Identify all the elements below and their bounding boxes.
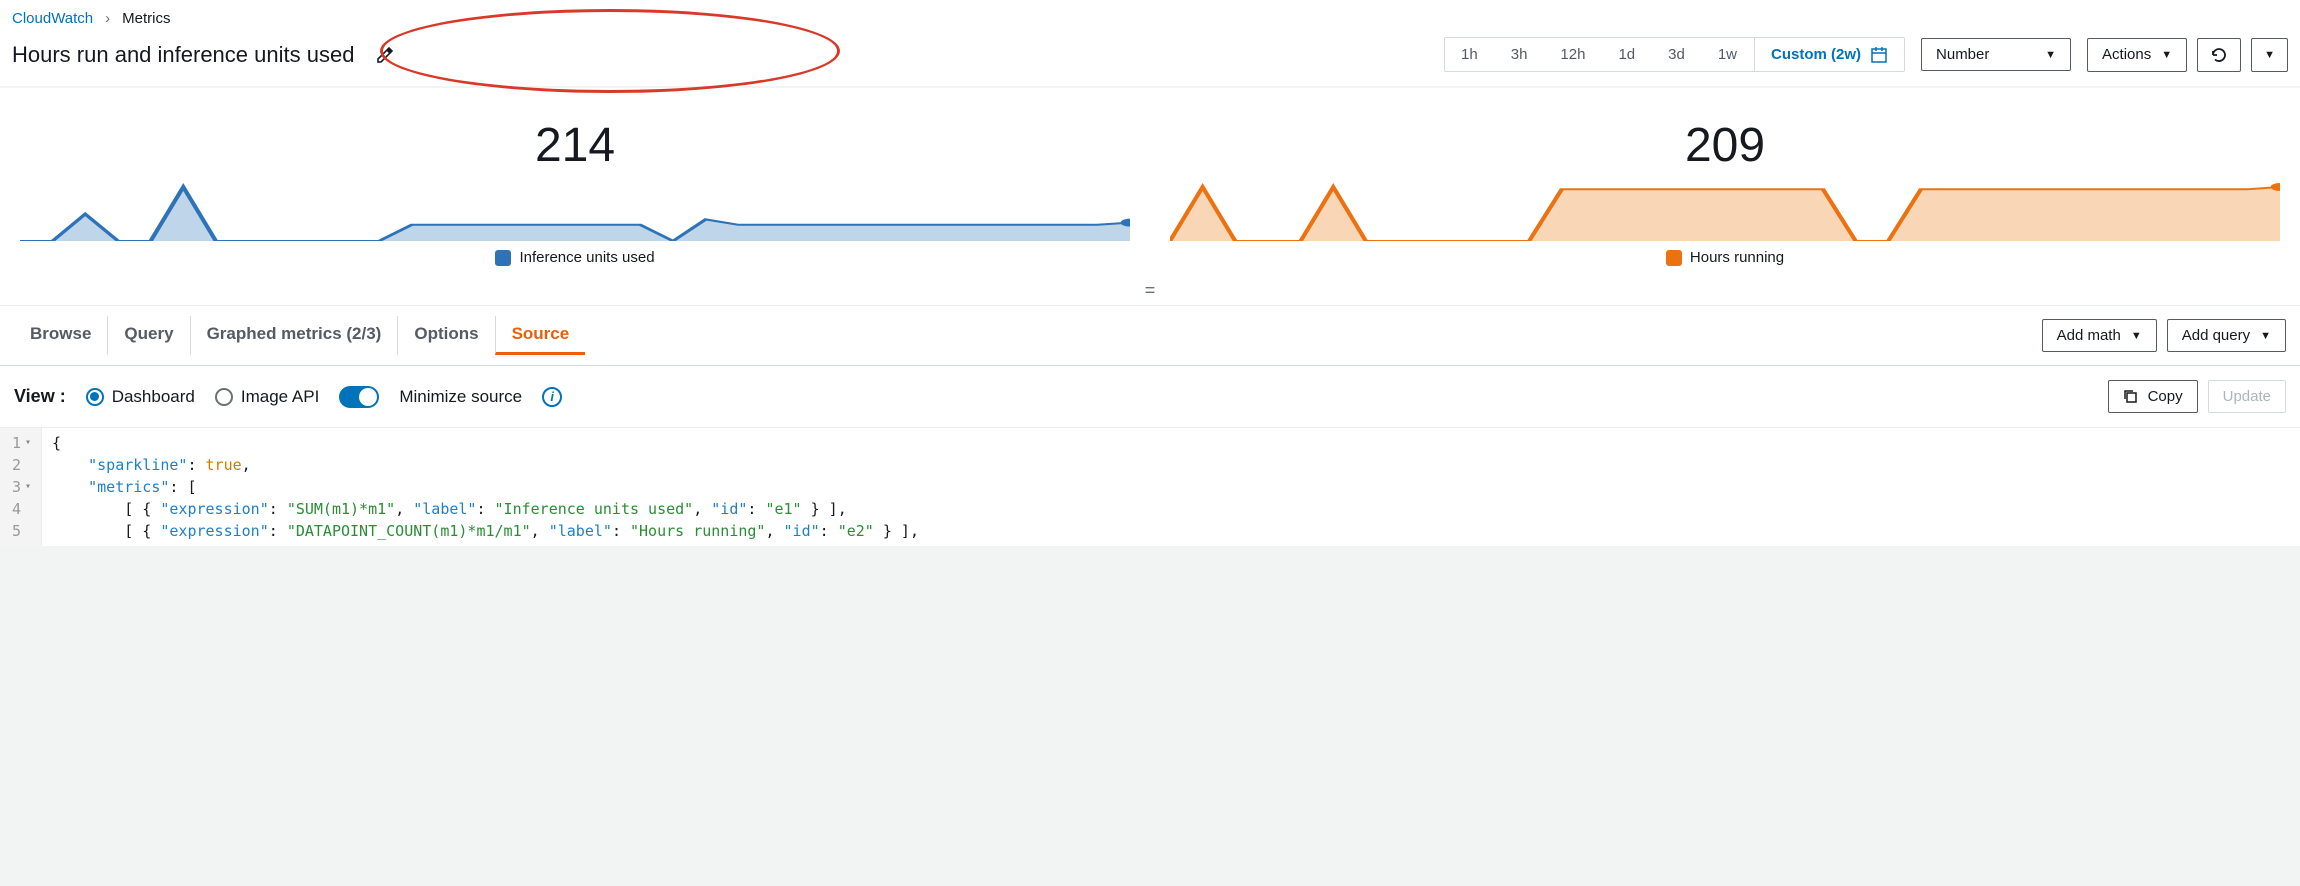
radio-dashboard[interactable]: Dashboard — [86, 387, 195, 407]
code-content[interactable]: { "sparkline": true, "metrics": [ [ { "e… — [42, 428, 929, 546]
caret-down-icon: ▼ — [2161, 49, 2172, 61]
calendar-icon — [1871, 47, 1887, 63]
legend-label: Inference units used — [519, 249, 654, 266]
actions-button[interactable]: Actions ▼ — [2087, 38, 2187, 72]
copy-icon — [2123, 389, 2138, 404]
view-type-label: Number — [1936, 46, 1989, 63]
chart-area: 214 Inference units used 209 Hours running — [0, 88, 2300, 276]
copy-button[interactable]: Copy — [2108, 380, 2198, 413]
update-button[interactable]: Update — [2208, 380, 2286, 413]
tab-options[interactable]: Options — [397, 316, 494, 355]
legend-swatch — [495, 250, 511, 266]
breadcrumb-current: Metrics — [122, 10, 170, 27]
copy-label: Copy — [2148, 388, 2183, 405]
source-editor[interactable]: 1▾2▾3▾4▾5▾ { "sparkline": true, "metrics… — [0, 428, 2300, 546]
caret-down-icon: ▼ — [2045, 49, 2056, 61]
edit-icon[interactable] — [376, 46, 394, 64]
chart-value: 209 — [1685, 118, 1765, 173]
radio-image-api-label: Image API — [241, 387, 319, 407]
radio-image-api[interactable]: Image API — [215, 387, 319, 407]
minimize-toggle[interactable] — [339, 386, 379, 408]
caret-down-icon: ▼ — [2264, 49, 2275, 61]
sparkline — [1170, 181, 2280, 241]
view-row: View : Dashboard Image API Minimize sour… — [0, 366, 2300, 428]
legend-label: Hours running — [1690, 249, 1784, 266]
view-type-dropdown[interactable]: Number ▼ — [1921, 38, 2071, 71]
add-query-label: Add query — [2182, 327, 2250, 344]
minimize-label: Minimize source — [399, 387, 522, 407]
chart-value: 214 — [535, 118, 615, 173]
time-range-custom[interactable]: Custom (2w) — [1754, 38, 1904, 71]
tab-query[interactable]: Query — [107, 316, 189, 355]
refresh-button[interactable] — [2197, 38, 2241, 72]
info-icon[interactable]: i — [542, 387, 562, 407]
caret-down-icon: ▼ — [2260, 330, 2271, 342]
tab-source[interactable]: Source — [495, 316, 586, 355]
time-range-1h[interactable]: 1h — [1445, 38, 1495, 71]
gutter: 1▾2▾3▾4▾5▾ — [0, 428, 42, 546]
breadcrumb: CloudWatch › Metrics — [0, 0, 2300, 33]
view-label: View : — [14, 386, 66, 407]
add-math-label: Add math — [2057, 327, 2121, 344]
time-range-custom-label: Custom (2w) — [1771, 46, 1861, 63]
chart-legend: Hours running — [1666, 249, 1784, 266]
radio-dashboard-label: Dashboard — [112, 387, 195, 407]
breadcrumb-root[interactable]: CloudWatch — [12, 10, 93, 27]
actions-label: Actions — [2102, 46, 2151, 63]
tab-graphed-metrics-2-3[interactable]: Graphed metrics (2/3) — [190, 316, 398, 355]
add-query-button[interactable]: Add query ▼ — [2167, 319, 2286, 352]
chart-panel: 209 Hours running — [1170, 118, 2280, 266]
caret-down-icon: ▼ — [2131, 330, 2142, 342]
radio-dot-icon — [215, 388, 233, 406]
tabs-row: BrowseQueryGraphed metrics (2/3)OptionsS… — [0, 305, 2300, 366]
chevron-right-icon: › — [105, 10, 110, 27]
time-range-3d[interactable]: 3d — [1652, 38, 1702, 71]
page-title: Hours run and inference units used — [12, 42, 354, 68]
time-range-3h[interactable]: 3h — [1495, 38, 1545, 71]
tab-browse[interactable]: Browse — [14, 316, 107, 355]
time-range-1w[interactable]: 1w — [1702, 38, 1754, 71]
add-math-button[interactable]: Add math ▼ — [2042, 319, 2157, 352]
sparkline — [20, 181, 1130, 241]
resize-handle[interactable]: = — [0, 276, 2300, 305]
chart-legend: Inference units used — [495, 249, 654, 266]
refresh-icon — [2210, 46, 2228, 64]
refresh-dropdown-button[interactable]: ▼ — [2251, 38, 2288, 72]
legend-swatch — [1666, 250, 1682, 266]
update-label: Update — [2223, 388, 2271, 405]
time-range-selector: 1h3h12h1d3d1w Custom (2w) — [1444, 37, 1905, 72]
time-range-12h[interactable]: 12h — [1544, 38, 1602, 71]
chart-panel: 214 Inference units used — [20, 118, 1130, 266]
time-range-1d[interactable]: 1d — [1602, 38, 1652, 71]
radio-dot-icon — [86, 388, 104, 406]
